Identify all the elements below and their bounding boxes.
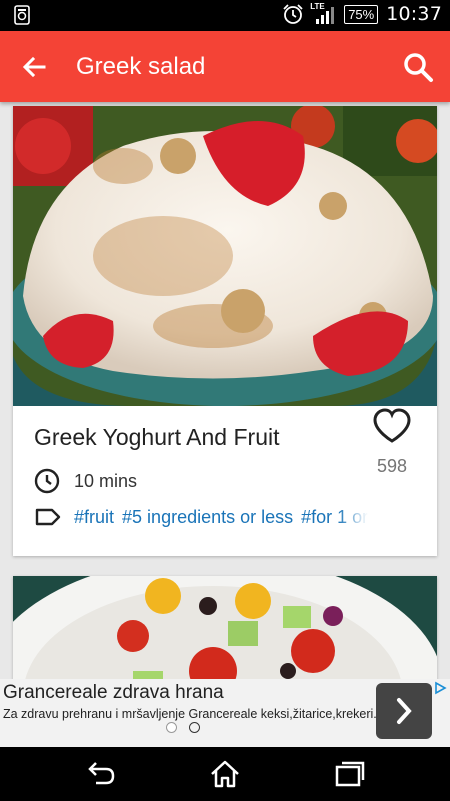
page-dot: [189, 722, 200, 733]
signal-icon: [316, 7, 335, 24]
status-bar: LTE 75% 10:37: [0, 0, 450, 31]
recent-apps-icon[interactable]: [333, 757, 367, 791]
chevron-right-icon: [397, 698, 412, 724]
screenshot-notification-icon: [14, 5, 30, 25]
search-icon[interactable]: [400, 49, 436, 85]
cook-time-label: 10 mins: [74, 470, 138, 491]
recipe-image-greek-salad[interactable]: [13, 576, 437, 686]
cook-time: 10 mins: [34, 468, 137, 494]
ad-open-button[interactable]: [376, 683, 432, 739]
tag-link[interactable]: #for 1 or: [301, 507, 368, 528]
signal-indicator: LTE: [310, 2, 336, 25]
system-nav-bar: [0, 747, 450, 801]
tag-link[interactable]: #fruit: [74, 507, 114, 528]
battery-indicator: 75%: [344, 4, 379, 24]
ad-page-indicator: [166, 722, 200, 733]
ad-description[interactable]: Za zdravu prehranu i mršavljenje Grancer…: [3, 707, 377, 721]
recipe-card[interactable]: [13, 576, 437, 686]
back-arrow-icon[interactable]: [18, 51, 50, 83]
like-count: 598: [376, 456, 408, 476]
clock-icon: [34, 468, 60, 494]
ad-choices-icon[interactable]: [433, 681, 447, 695]
recipe-card[interactable]: Greek Yoghurt And Fruit 598 10 mins #fru…: [13, 106, 437, 556]
tag-list: #fruit #5 ingredients or less #for 1 or: [74, 507, 368, 528]
ad-banner[interactable]: Grancereale zdrava hrana Za zdravu prehr…: [0, 679, 450, 747]
recipe-image-yoghurt-fruit[interactable]: [13, 106, 437, 406]
alarm-icon: [283, 4, 303, 24]
back-icon[interactable]: [84, 757, 118, 791]
page-title: Greek salad: [76, 53, 206, 80]
tags-row: #fruit #5 ingredients or less #for 1 or: [34, 504, 414, 530]
heart-icon[interactable]: [371, 406, 413, 448]
tag-link[interactable]: #5 ingredients or less: [122, 507, 293, 528]
app-bar: Greek salad: [0, 31, 450, 102]
recipe-title[interactable]: Greek Yoghurt And Fruit: [34, 424, 280, 451]
tag-icon: [35, 508, 61, 526]
page-dot-active: [166, 722, 177, 733]
ad-title[interactable]: Grancereale zdrava hrana: [3, 682, 224, 704]
clock: 10:37: [386, 3, 442, 25]
home-icon[interactable]: [208, 757, 242, 791]
